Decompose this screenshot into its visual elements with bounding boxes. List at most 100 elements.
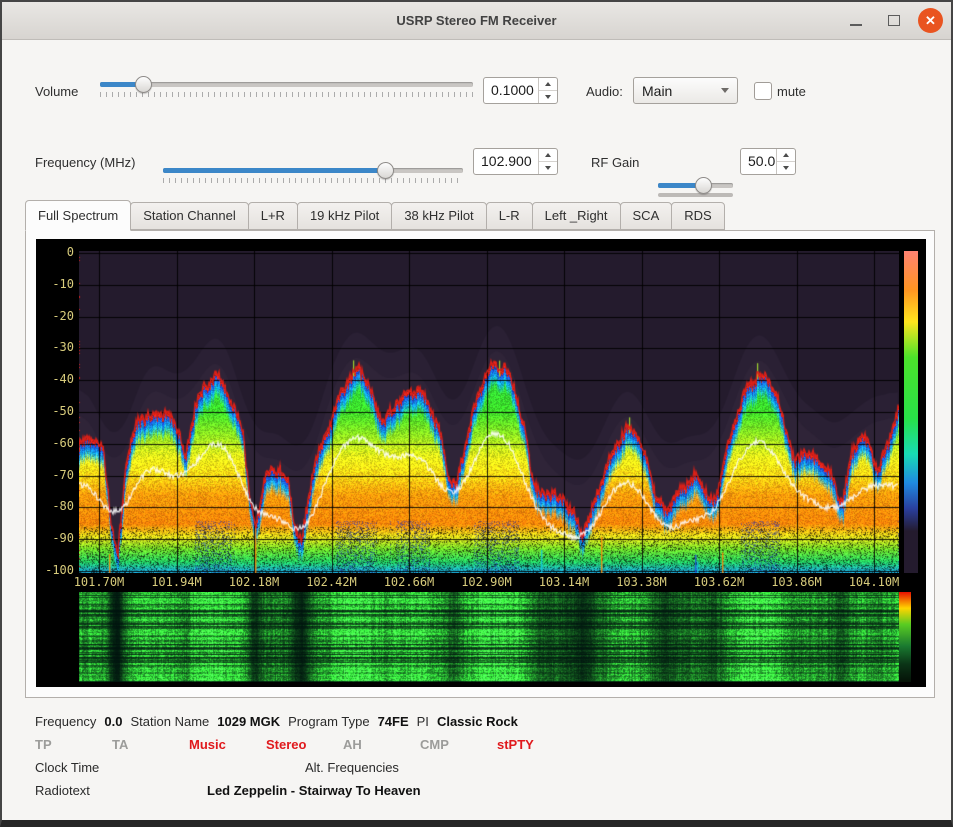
volume-slider[interactable] [100,82,473,97]
rds-info-value: 74FE [378,714,409,729]
tab-19-khz-pilot[interactable]: 19 kHz Pilot [297,202,392,230]
app-window: USRP Stereo FM Receiver ✕ Volume 0.1000 … [0,0,953,827]
y-tick-label: -40 [36,372,74,386]
x-tick-label: 101.70M [63,575,135,589]
y-tick-label: -90 [36,531,74,545]
rds-flag-tp: TP [35,737,112,752]
y-tick-label: -30 [36,340,74,354]
frequency-decrement-button[interactable] [539,162,557,174]
title-bar: USRP Stereo FM Receiver ✕ [2,2,951,40]
down-arrow-icon [545,95,551,99]
maximize-icon [888,15,900,26]
rf-gain-value[interactable]: 50.0 [741,149,776,174]
close-button[interactable]: ✕ [918,8,943,33]
tab-pane-full-spectrum: 0-10-20-30-40-50-60-70-80-90-100 101.70M… [25,230,935,698]
close-icon: ✕ [925,13,936,29]
frequency-slider-groove[interactable] [163,168,463,173]
y-tick-label: -50 [36,404,74,418]
rf-gain-decrement-button[interactable] [777,162,795,174]
rds-info-value: 0.0 [104,714,122,729]
rds-info-label: PI [417,714,429,729]
y-tick-label: -60 [36,436,74,450]
radiotext-value: Led Zeppelin - Stairway To Heaven [207,783,421,798]
rf-gain-slider-track [658,193,733,197]
x-tick-label: 103.38M [606,575,678,589]
up-arrow-icon [783,153,789,157]
alt-frequencies-label: Alt. Frequencies [305,760,399,775]
rds-info-label: Frequency [35,714,96,729]
volume-slider-handle[interactable] [135,76,152,93]
down-arrow-icon [783,166,789,170]
tab-station-channel[interactable]: Station Channel [130,202,249,230]
radiotext-label: Radiotext [35,783,90,798]
volume-label: Volume [35,84,78,99]
x-tick-label: 102.90M [451,575,523,589]
volume-slider-ticks [100,92,473,97]
x-tick-label: 103.14M [528,575,600,589]
waterfall-plot[interactable] [79,592,899,682]
volume-decrement-button[interactable] [539,91,557,103]
tab-rds[interactable]: RDS [671,202,724,230]
y-tick-label: -10 [36,277,74,291]
chevron-down-icon [721,88,729,93]
frequency-slider[interactable] [163,168,463,183]
tab-sca[interactable]: SCA [620,202,673,230]
rds-flags-row: TPTAMusicStereoAHCMPstPTY [35,737,574,752]
rf-gain-increment-button[interactable] [777,149,795,162]
y-tick-label: -80 [36,499,74,513]
x-tick-label: 103.86M [761,575,833,589]
volume-spinbox[interactable]: 0.1000 [483,77,558,104]
fft-spectrum-plot[interactable] [79,251,899,573]
rf-gain-spinbox[interactable]: 50.0 [740,148,796,175]
frequency-label: Frequency (MHz) [35,155,135,170]
volume-increment-button[interactable] [539,78,557,91]
x-tick-label: 101.94M [141,575,213,589]
tab-left-right[interactable]: Left _Right [532,202,621,230]
audio-dropdown[interactable]: Main [633,77,738,104]
frequency-slider-handle[interactable] [377,162,394,179]
tab-bar: Full SpectrumStation ChannelL+R19 kHz Pi… [25,202,724,230]
rds-info-label: Station Name [131,714,210,729]
tab-full-spectrum[interactable]: Full Spectrum [25,200,131,231]
down-arrow-icon [545,166,551,170]
mute-checkbox[interactable] [754,82,772,100]
x-tick-label: 103.62M [683,575,755,589]
x-tick-label: 102.66M [373,575,445,589]
rds-info-row: Frequency0.0Station Name1029 MGKProgram … [35,714,526,729]
mute-label: mute [777,84,806,99]
volume-value[interactable]: 0.1000 [484,78,538,103]
up-arrow-icon [545,153,551,157]
rf-gain-slider-groove[interactable] [658,183,733,188]
frequency-increment-button[interactable] [539,149,557,162]
y-tick-label: -70 [36,468,74,482]
volume-slider-groove[interactable] [100,82,473,87]
x-tick-label: 102.18M [218,575,290,589]
rds-flag-ah: AH [343,737,420,752]
rf-gain-label: RF Gain [591,155,639,170]
tab-l-r[interactable]: L+R [248,202,298,230]
x-tick-label: 102.42M [296,575,368,589]
rds-flag-music: Music [189,737,266,752]
window-title: USRP Stereo FM Receiver [2,2,951,39]
rf-gain-slider-handle[interactable] [695,177,712,194]
frequency-spinbox[interactable]: 102.900 [473,148,558,175]
rds-info-value: Classic Rock [437,714,518,729]
audio-selected-value: Main [642,83,721,99]
rds-flag-stpty: stPTY [497,737,574,752]
minimize-button[interactable] [842,7,870,35]
y-tick-label: -20 [36,309,74,323]
rds-flag-cmp: CMP [420,737,497,752]
frequency-value[interactable]: 102.900 [474,149,538,174]
x-tick-label: 104.10M [838,575,910,589]
rds-flag-ta: TA [112,737,189,752]
tab-38-khz-pilot[interactable]: 38 kHz Pilot [391,202,486,230]
clock-time-label: Clock Time [35,760,99,775]
waterfall-colorbar [899,592,911,682]
up-arrow-icon [545,82,551,86]
maximize-button[interactable] [880,7,908,35]
tab-l-r[interactable]: L-R [486,202,533,230]
rds-info-label: Program Type [288,714,369,729]
y-tick-label: 0 [36,245,74,259]
rds-flag-stereo: Stereo [266,737,343,752]
rf-gain-slider[interactable] [658,183,733,197]
